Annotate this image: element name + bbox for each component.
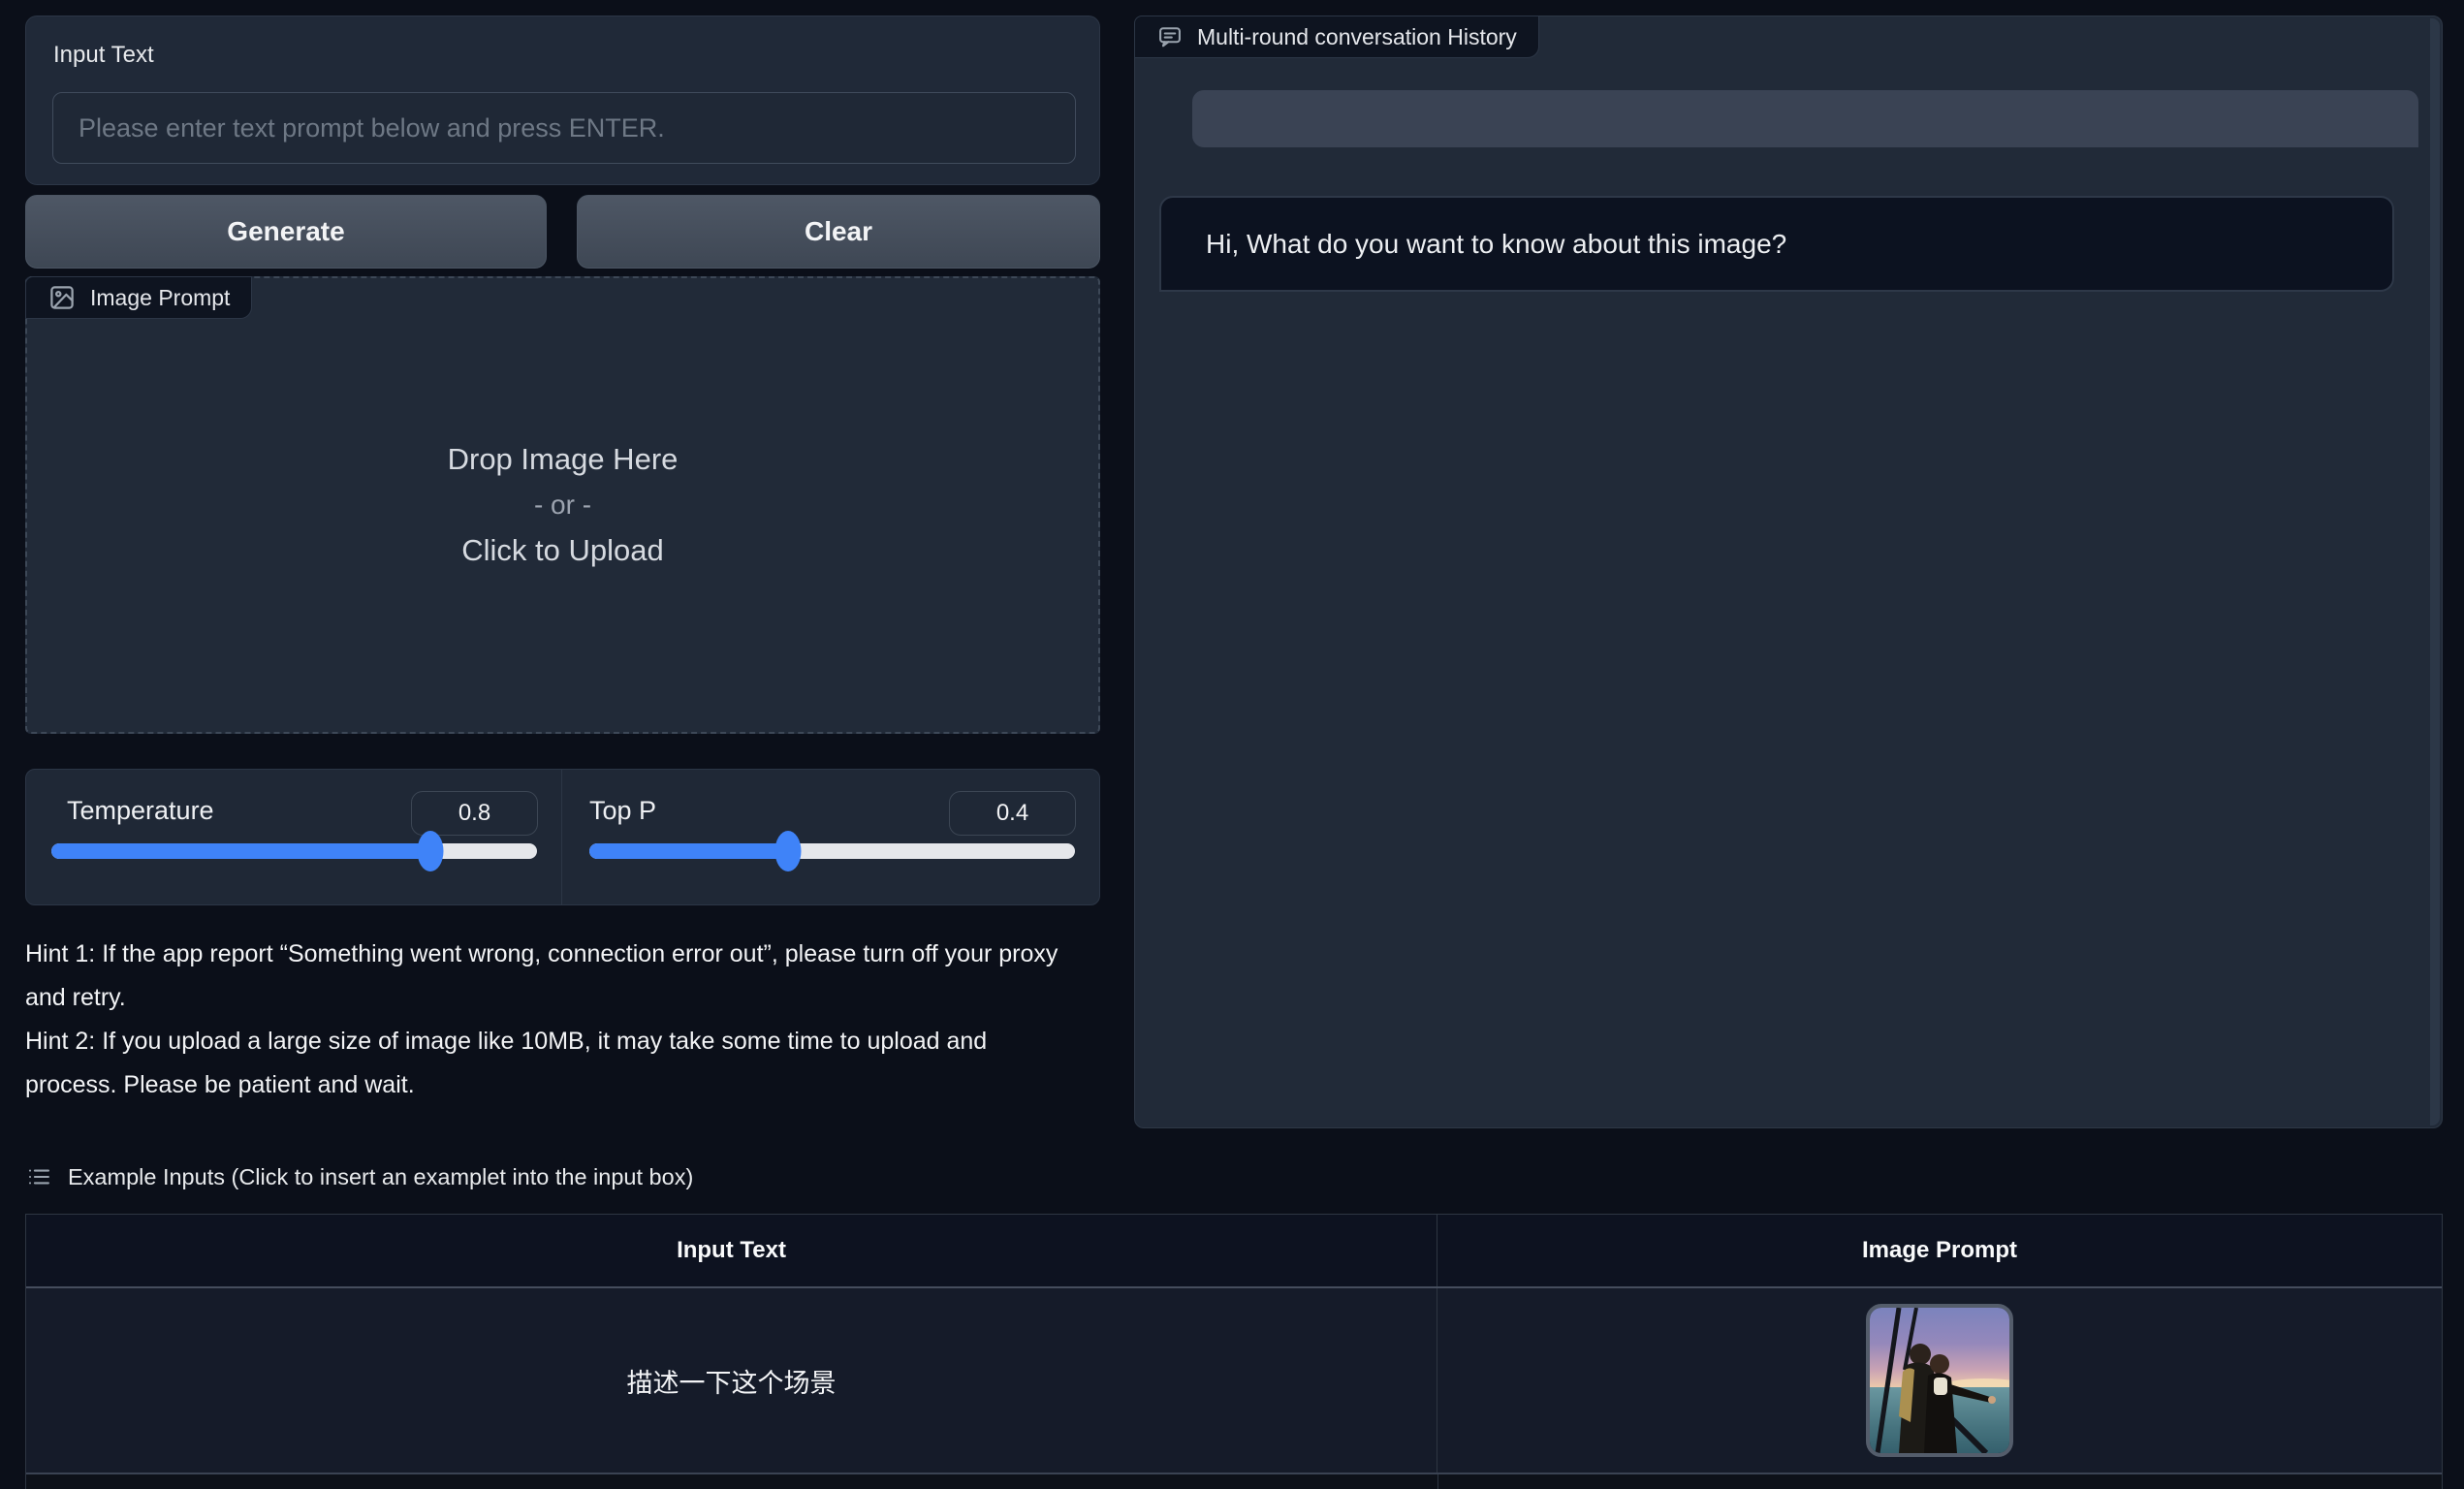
hint-1: Hint 1: If the app report “Something wen…: [25, 933, 1082, 1020]
clear-button[interactable]: Clear: [577, 195, 1100, 269]
examples-label-text: Example Inputs (Click to insert an examp…: [68, 1164, 693, 1190]
bot-message-text: Hi, What do you want to know about this …: [1206, 229, 1786, 260]
temperature-value-input[interactable]: 0.8: [411, 791, 538, 836]
examples-table: Input Text Image Prompt 描述一下这个场景: [25, 1214, 2443, 1489]
example-image-thumbnail[interactable]: [1866, 1304, 2013, 1457]
chat-bubble-icon: [1156, 23, 1184, 50]
list-icon: [25, 1163, 52, 1190]
chat-history-tab: Multi-round conversation History: [1134, 16, 1539, 58]
image-prompt-tab: Image Prompt: [25, 276, 252, 319]
bot-message-bubble: Hi, What do you want to know about this …: [1159, 196, 2394, 292]
user-message-bubble: [1192, 90, 2418, 147]
drop-image-here-text: Drop Image Here: [27, 436, 1098, 483]
temperature-slider-group: Temperature 0.8: [26, 770, 562, 904]
next-example-row-partial: [26, 1474, 2442, 1489]
example-input-text-cell[interactable]: 描述一下这个场景: [26, 1288, 1437, 1473]
slider-fill: [589, 843, 788, 859]
top-p-slider-group: Top P 0.4: [562, 770, 1099, 904]
slider-thumb[interactable]: [775, 831, 802, 871]
example-image-cell[interactable]: [1437, 1288, 2442, 1473]
temperature-slider[interactable]: [51, 843, 537, 859]
examples-table-header: Input Text Image Prompt: [26, 1215, 2442, 1288]
top-p-label: Top P: [589, 796, 656, 826]
or-text: - or -: [27, 483, 1098, 527]
hint-2: Hint 2: If you upload a large size of im…: [25, 1020, 1082, 1107]
input-text-label: Input Text: [53, 42, 154, 69]
slider-thumb[interactable]: [417, 831, 443, 871]
image-icon: [47, 283, 77, 312]
chat-tab-label: Multi-round conversation History: [1197, 24, 1517, 50]
slider-fill: [51, 843, 430, 859]
dropzone-instructions: Drop Image Here - or - Click to Upload: [27, 436, 1098, 574]
input-text-panel: Input Text: [25, 16, 1100, 185]
click-to-upload-text: Click to Upload: [27, 527, 1098, 574]
temperature-label: Temperature: [67, 796, 214, 826]
image-prompt-tab-label: Image Prompt: [90, 285, 230, 311]
generate-button[interactable]: Generate: [25, 195, 547, 269]
top-p-value-input[interactable]: 0.4: [949, 791, 1076, 836]
example-row[interactable]: 描述一下这个场景: [26, 1288, 2442, 1474]
chat-history-panel: Hi, What do you want to know about this …: [1134, 16, 2443, 1128]
app-page: Input Text Generate Clear Drop Image Her…: [0, 0, 2464, 1489]
top-p-slider[interactable]: [589, 843, 1075, 859]
examples-label: Example Inputs (Click to insert an examp…: [25, 1163, 693, 1190]
hints-block: Hint 1: If the app report “Something wen…: [25, 933, 1082, 1107]
image-upload-dropzone[interactable]: Drop Image Here - or - Click to Upload: [25, 276, 1100, 734]
chat-scrollbar[interactable]: [2430, 18, 2440, 1125]
prompt-input[interactable]: [52, 92, 1076, 164]
header-image-prompt: Image Prompt: [1437, 1215, 2442, 1286]
header-input-text: Input Text: [26, 1215, 1437, 1286]
titanic-scene-art: [1870, 1308, 2009, 1453]
params-panel: Temperature 0.8 Top P 0.4: [25, 769, 1100, 905]
